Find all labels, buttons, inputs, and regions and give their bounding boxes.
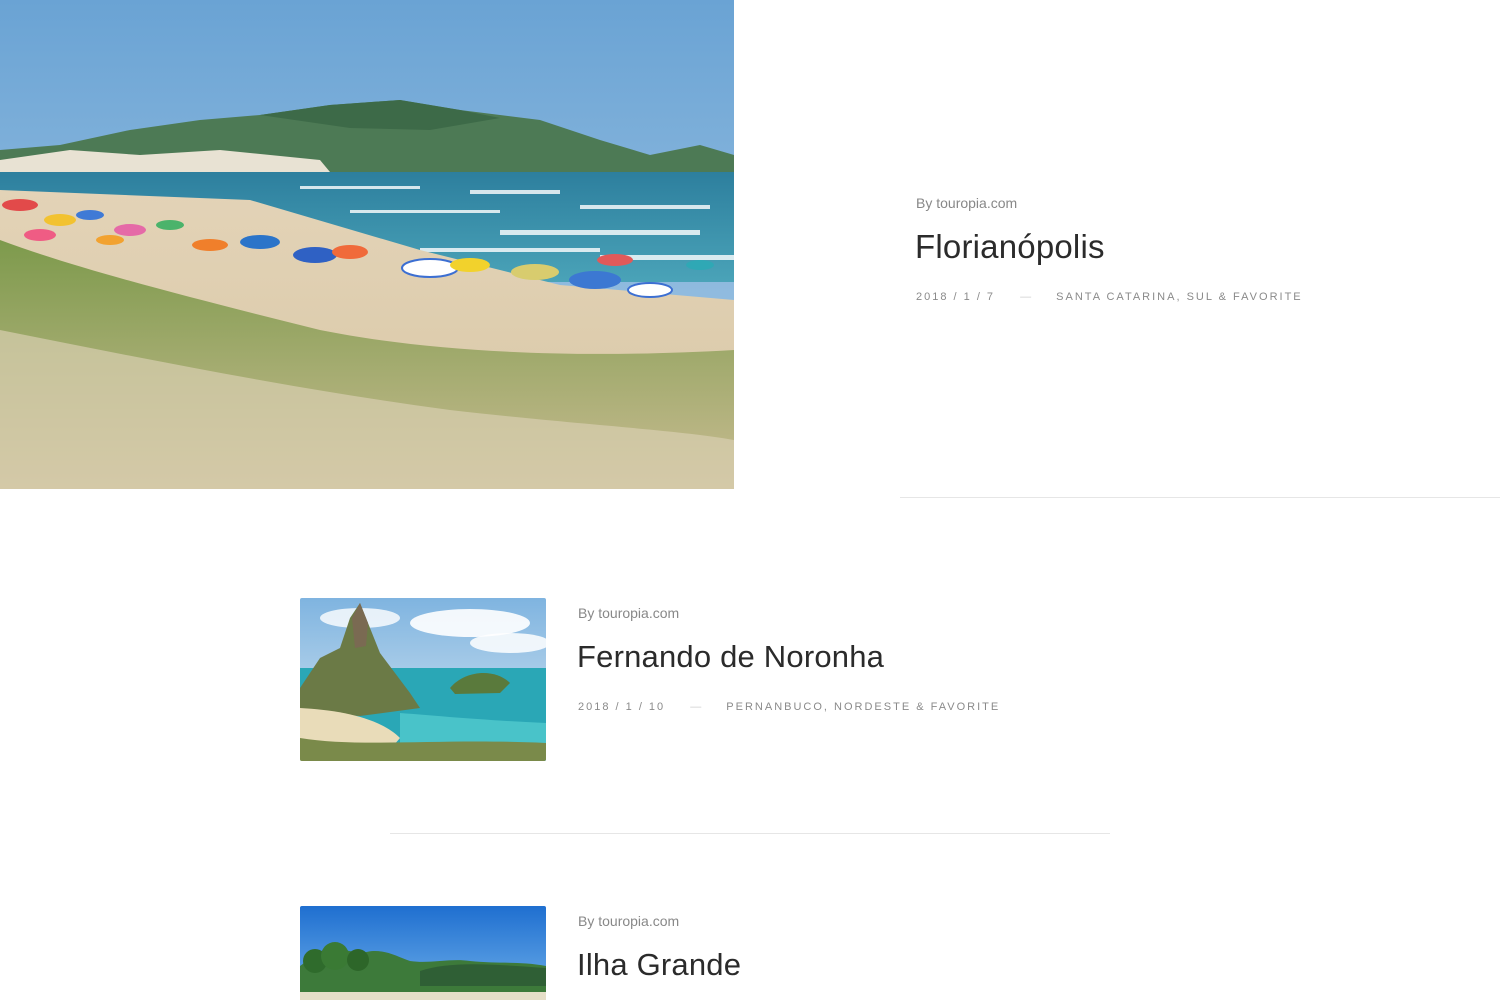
meta-separator: — bbox=[1020, 291, 1032, 303]
post-1-meta: 2018 / 1 / 7 — Santa Catarina, Sul & Fav… bbox=[916, 291, 1303, 303]
post-2-date[interactable]: 2018 / 1 / 10 bbox=[578, 701, 665, 713]
category-link-nordeste[interactable]: Nordeste bbox=[834, 701, 911, 713]
tropical-beach-photo bbox=[300, 906, 546, 1000]
category-link-favorite[interactable]: Favorite bbox=[931, 701, 1001, 713]
category-separator: , bbox=[823, 701, 835, 713]
beach-photo bbox=[0, 0, 734, 489]
post-2-meta: 2018 / 1 / 10 — Pernanbuco, Nordeste & F… bbox=[578, 701, 1000, 713]
post-1-author[interactable]: By touropia.com bbox=[916, 195, 1017, 211]
category-link-sul[interactable]: Sul bbox=[1187, 291, 1214, 303]
post-1-title[interactable]: Florianópolis bbox=[915, 228, 1105, 266]
post-2-thumbnail[interactable] bbox=[300, 598, 546, 761]
post-divider bbox=[900, 497, 1500, 498]
category-link-pernanbuco[interactable]: Pernanbuco bbox=[726, 701, 824, 713]
post-3-title[interactable]: Ilha Grande bbox=[577, 947, 741, 983]
category-separator: & bbox=[1213, 291, 1234, 303]
post-2-author[interactable]: By touropia.com bbox=[578, 605, 679, 621]
island-photo bbox=[300, 598, 546, 761]
post-2-title[interactable]: Fernando de Noronha bbox=[577, 639, 884, 675]
post-3-thumbnail[interactable] bbox=[300, 906, 546, 1000]
post-divider bbox=[390, 833, 1110, 834]
post-1-date[interactable]: 2018 / 1 / 7 bbox=[916, 291, 995, 303]
category-link-favorite[interactable]: Favorite bbox=[1233, 291, 1303, 303]
category-link-santa-catarina[interactable]: Santa Catarina bbox=[1056, 291, 1176, 303]
category-separator: , bbox=[1176, 291, 1187, 303]
post-1-featured-image[interactable] bbox=[0, 0, 734, 489]
category-separator: & bbox=[911, 701, 931, 713]
meta-separator: — bbox=[690, 701, 702, 713]
post-3-author[interactable]: By touropia.com bbox=[578, 913, 679, 929]
